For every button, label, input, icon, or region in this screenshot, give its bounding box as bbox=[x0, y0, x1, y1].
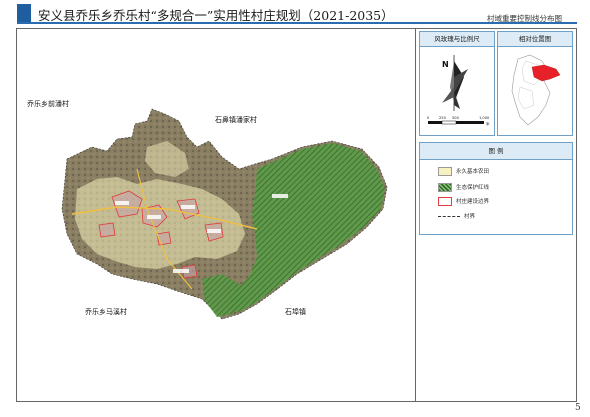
map-label-se: 石埠镇 bbox=[285, 308, 306, 316]
header-rule bbox=[17, 22, 577, 24]
legend-item-village-boundary: 村庄建设边界 bbox=[438, 197, 489, 206]
location-minimap bbox=[511, 54, 561, 126]
scale-tick-0: 0 bbox=[427, 116, 430, 120]
legend-label-ecology: 生态保护红线 bbox=[456, 185, 490, 191]
scale-tick-1: 250 bbox=[439, 116, 447, 120]
scale-tick-4: 1,000 bbox=[479, 116, 490, 120]
legend-item-village-border: 村界 bbox=[438, 212, 475, 220]
legend-item-farmland: 永久基本农田 bbox=[438, 167, 489, 176]
scale-bar bbox=[428, 120, 484, 125]
panel-divider bbox=[415, 28, 416, 402]
location-panel: 相对位置图 bbox=[497, 31, 573, 136]
ecology-hatch-swatch-icon bbox=[438, 183, 452, 192]
scale-tick-2: 500 bbox=[452, 116, 460, 120]
farmland-swatch-icon bbox=[438, 167, 452, 176]
scale-unit: 米 bbox=[486, 121, 490, 126]
compass-and-scale: N 0 250 500 1,000 米 bbox=[427, 55, 490, 126]
map-label-ne: 石鼻镇潘家村 bbox=[215, 116, 257, 124]
village-boundary-swatch-icon bbox=[438, 197, 452, 206]
scale-panel: 风玫瑰与比例尺 N 0 250 500 1,000 米 bbox=[419, 31, 495, 136]
page-number: 5 bbox=[575, 403, 581, 413]
header-accent-block bbox=[17, 4, 31, 22]
map-label-nw: 乔乐乡前潘村 bbox=[27, 100, 69, 108]
scale-panel-title: 风玫瑰与比例尺 bbox=[420, 32, 494, 47]
north-label: N bbox=[442, 60, 449, 69]
legend-item-ecology: 生态保护红线 bbox=[438, 183, 489, 192]
map-label-sw: 乔乐乡马溪村 bbox=[85, 308, 127, 316]
village-border-line-icon bbox=[438, 215, 460, 218]
map-area[interactable]: 乔乐乡前潘村 石鼻镇潘家村 乔乐乡马溪村 石埠镇 bbox=[17, 29, 415, 401]
location-panel-title: 相对位置图 bbox=[498, 32, 572, 47]
map-canvas bbox=[61, 108, 388, 320]
legend-label-village-border: 村界 bbox=[464, 214, 476, 220]
legend-title: 图 例 bbox=[420, 143, 572, 160]
legend-label-farmland: 永久基本农田 bbox=[456, 169, 490, 175]
legend-label-village-boundary: 村庄建设边界 bbox=[456, 199, 490, 205]
legend-panel: 图 例 永久基本农田 生态保护红线 村庄建设边界 村界 bbox=[419, 142, 573, 235]
